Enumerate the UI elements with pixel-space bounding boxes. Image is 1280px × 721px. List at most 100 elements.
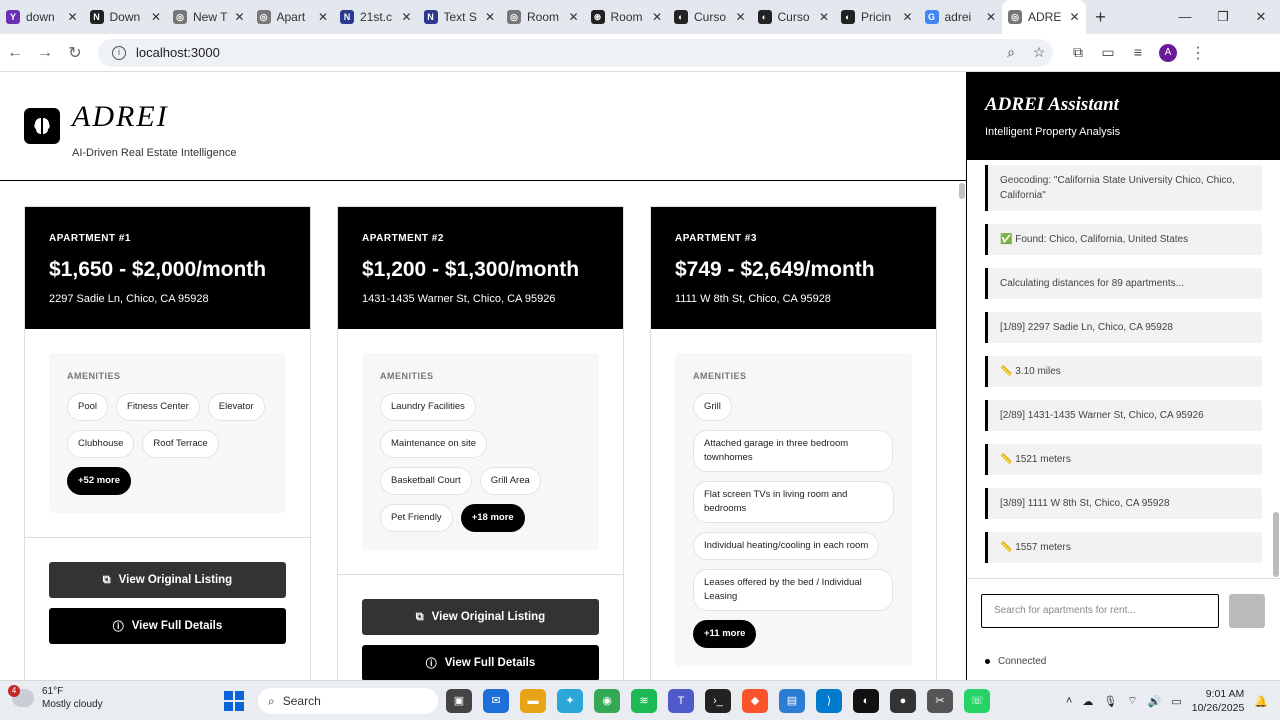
- weather-desc: Mostly cloudy: [42, 699, 103, 710]
- menu-kebab-icon[interactable]: ⋮: [1183, 43, 1213, 63]
- tab-close-icon[interactable]: ✕: [67, 10, 77, 24]
- browser-tab[interactable]: ◐ Curso ✕: [668, 0, 752, 34]
- notifications-icon[interactable]: 🔔: [1254, 695, 1268, 708]
- clock-time: 9:01 AM: [1205, 688, 1245, 700]
- browser-tab[interactable]: N Text S ✕: [418, 0, 502, 34]
- tab-close-icon[interactable]: ✕: [819, 10, 829, 24]
- tab-label: Apart: [276, 10, 306, 24]
- tab-label: 21st.c: [360, 10, 393, 24]
- log-message: Calculating distances for 89 apartments.…: [985, 268, 1262, 299]
- tab-close-icon[interactable]: ✕: [568, 10, 578, 24]
- browser-tab-bar: Ydown ✕ N Down ✕ ◎ New T ✕ ◎ Apart ✕ N 21st.c ✕ N Text …: [0, 0, 1280, 34]
- onedrive-icon[interactable]: ☁: [1082, 695, 1093, 708]
- cast-icon[interactable]: ▭: [1093, 44, 1123, 61]
- tab-close-icon[interactable]: ✕: [151, 10, 161, 24]
- whatsapp-icon[interactable]: ☏: [964, 689, 990, 713]
- brave-icon[interactable]: ◆: [742, 689, 768, 713]
- tab-close-icon[interactable]: ✕: [986, 10, 996, 24]
- url-input[interactable]: i localhost:3000 ⌕ ☆: [98, 38, 1053, 67]
- microphone-icon[interactable]: 🎙: [1103, 695, 1117, 708]
- cursor-icon[interactable]: ◐: [853, 689, 879, 713]
- maximize-icon[interactable]: ❐: [1204, 0, 1242, 34]
- tab-label: Pricin: [861, 10, 892, 24]
- volume-icon[interactable]: 🔊: [1148, 695, 1162, 708]
- taskbar-search[interactable]: ⌕ Search: [258, 688, 438, 714]
- tab-close-icon[interactable]: ✕: [234, 10, 244, 24]
- battery-icon[interactable]: ▭: [1171, 695, 1181, 708]
- view-original-listing-button[interactable]: ⧉ View Original Listing: [362, 599, 599, 635]
- browser-tab[interactable]: ⊛ Room ✕: [585, 0, 669, 34]
- media-icon[interactable]: ≡: [1123, 44, 1153, 61]
- weather-widget[interactable]: 4 61°F Mostly cloudy: [8, 685, 103, 711]
- view-full-details-button[interactable]: ⓘ View Full Details: [49, 608, 286, 644]
- page-scrollbar[interactable]: [958, 181, 966, 680]
- view-full-details-button[interactable]: ⓘ View Full Details: [362, 645, 599, 680]
- amenity-chip: Pet Friendly: [380, 504, 453, 532]
- windows-start-icon[interactable]: [224, 691, 244, 711]
- assistant-scrollbar[interactable]: [1273, 512, 1279, 577]
- more-amenities-button[interactable]: +52 more: [67, 467, 131, 495]
- browser-tab[interactable]: Gadrei ✕: [919, 0, 1003, 34]
- browser-tab[interactable]: ◐ Curso ✕: [752, 0, 836, 34]
- snipping-tool-icon[interactable]: ✂: [927, 689, 953, 713]
- notepad-icon[interactable]: ▤: [779, 689, 805, 713]
- tab-close-icon[interactable]: ✕: [485, 10, 495, 24]
- assistant-log: Geocoding: "California State University …: [967, 165, 1280, 563]
- tab-favicon-icon: G: [924, 10, 939, 24]
- task-view-icon[interactable]: ▣: [446, 689, 472, 713]
- apartment-card-actions: ⧉ View Original Listing ⓘ View Full Deta…: [25, 538, 310, 678]
- spotify-icon[interactable]: ≋: [631, 689, 657, 713]
- amenity-chip: Grill: [693, 393, 732, 421]
- extensions-icon[interactable]: ⧉: [1063, 44, 1093, 61]
- browser-tab[interactable]: ◎ Apart ✕: [251, 0, 335, 34]
- tab-close-icon[interactable]: ✕: [318, 10, 328, 24]
- tab-favicon-icon: Y: [6, 10, 20, 24]
- chat-input-row: Search for apartments for rent...: [981, 594, 1265, 628]
- back-icon[interactable]: ←: [0, 44, 30, 62]
- reload-icon[interactable]: ↻: [60, 43, 90, 63]
- tab-favicon-icon: ◐: [674, 10, 688, 24]
- copilot-icon[interactable]: ✦: [557, 689, 583, 713]
- browser-tab[interactable]: N Down ✕: [84, 0, 168, 34]
- browser-tab[interactable]: ◐ Pricin ✕: [835, 0, 919, 34]
- close-window-icon[interactable]: ✕: [1242, 0, 1280, 34]
- more-amenities-button[interactable]: +11 more: [693, 620, 757, 648]
- tab-close-icon[interactable]: ✕: [735, 10, 745, 24]
- clock[interactable]: 9:01 AM 10/26/2025: [1192, 687, 1245, 715]
- apartment-address: 1111 W 8th St, Chico, CA 95928: [675, 293, 831, 305]
- browser-tab[interactable]: ◎ ADRE ✕: [1002, 0, 1086, 34]
- github-icon[interactable]: ●: [890, 689, 916, 713]
- weather-temp: 61°F: [42, 686, 64, 697]
- send-button[interactable]: [1229, 594, 1265, 628]
- minimize-icon[interactable]: —: [1166, 0, 1204, 34]
- search-input[interactable]: Search for apartments for rent...: [981, 594, 1219, 628]
- browser-tab[interactable]: ◎ Room ✕: [501, 0, 585, 34]
- chevron-up-icon[interactable]: ˄: [1066, 695, 1072, 707]
- zoom-icon[interactable]: ⌕: [997, 44, 1025, 61]
- bookmark-star-icon[interactable]: ☆: [1025, 44, 1053, 61]
- tab-close-icon[interactable]: ✕: [1069, 10, 1079, 24]
- vscode-icon[interactable]: ⟩: [816, 689, 842, 713]
- tab-close-icon[interactable]: ✕: [652, 10, 662, 24]
- site-info-icon[interactable]: i: [112, 45, 126, 60]
- assistant-subtitle: Intelligent Property Analysis: [985, 126, 1121, 138]
- teams-icon[interactable]: T: [668, 689, 694, 713]
- browser-tab[interactable]: ◎ New T ✕: [167, 0, 251, 34]
- chrome-icon[interactable]: ◉: [594, 689, 620, 713]
- wifi-icon[interactable]: ⌔: [1127, 694, 1137, 708]
- view-original-listing-button[interactable]: ⧉ View Original Listing: [49, 562, 286, 598]
- log-message: 📏 1521 meters: [985, 444, 1262, 475]
- tab-close-icon[interactable]: ✕: [401, 10, 411, 24]
- amenities-title: AMENITIES: [693, 371, 747, 381]
- more-amenities-button[interactable]: +18 more: [460, 504, 525, 532]
- terminal-icon[interactable]: ›_: [705, 689, 731, 713]
- forward-icon[interactable]: →: [30, 44, 60, 62]
- file-explorer-icon[interactable]: ▬: [520, 689, 546, 713]
- browser-tab[interactable]: N 21st.c ✕: [334, 0, 418, 34]
- outlook-icon[interactable]: ✉: [483, 689, 509, 713]
- browser-tab[interactable]: Ydown ✕: [0, 0, 84, 34]
- new-tab-button[interactable]: +: [1086, 7, 1116, 28]
- profile-avatar[interactable]: A: [1159, 43, 1177, 62]
- tab-close-icon[interactable]: ✕: [902, 10, 912, 24]
- amenity-chip: Attached garage in three bedroom townhom…: [693, 430, 893, 472]
